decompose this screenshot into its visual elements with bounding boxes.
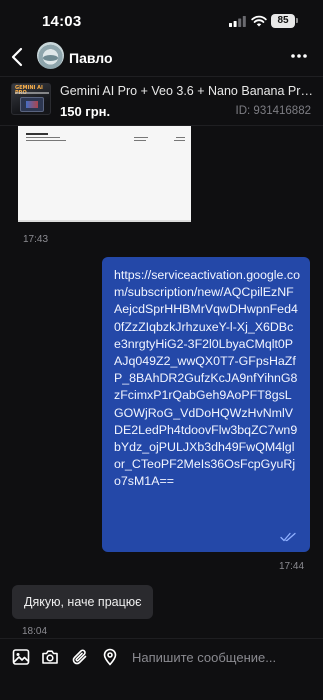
camera-icon[interactable] (41, 648, 59, 666)
signal-icon (229, 16, 246, 27)
thumbnail-screen (20, 97, 44, 112)
paperclip-icon[interactable] (71, 648, 89, 666)
listing-card[interactable]: GEMINI AI PRO Gemini AI Pro + Veo 3.6 + … (0, 76, 323, 126)
message-input-bar (0, 638, 323, 700)
document-divider (18, 220, 191, 222)
incoming-message-bubble[interactable]: Дякую, наче працює (12, 585, 153, 619)
wifi-icon (251, 15, 267, 27)
listing-id: ID: 931416882 (235, 105, 311, 117)
chat-header: Павло (0, 38, 323, 76)
document-line (26, 137, 60, 138)
thumbnail-caption: GEMINI AI PRO (15, 85, 43, 96)
status-bar: 14:03 85 (0, 0, 323, 42)
document-line (26, 133, 48, 135)
back-chevron-icon[interactable] (8, 44, 28, 70)
document-line (134, 137, 148, 138)
document-line (134, 140, 146, 141)
more-options-icon[interactable] (290, 48, 308, 64)
document-line (26, 140, 66, 141)
battery-icon: 85 (271, 14, 295, 28)
image-attachment[interactable] (18, 126, 191, 222)
status-time: 14:03 (42, 13, 82, 30)
thumbnail-subline (15, 92, 49, 94)
message-input[interactable] (132, 647, 310, 667)
outgoing-message-text[interactable]: https://serviceactivation.google.com/sub… (114, 267, 300, 491)
location-pin-icon[interactable] (101, 648, 119, 666)
double-check-icon (280, 532, 296, 542)
document-line (174, 140, 185, 141)
avatar[interactable] (37, 42, 64, 69)
document-line (176, 137, 185, 138)
incoming-message-text[interactable]: Дякую, наче працює (24, 595, 142, 609)
battery-tip (296, 18, 298, 23)
listing-thumbnail: GEMINI AI PRO (11, 83, 51, 115)
image-icon[interactable] (12, 648, 30, 666)
listing-title: Gemini AI Pro + Veo 3.6 + Nano Banana Pr… (60, 84, 318, 98)
outgoing-message-bubble[interactable]: https://serviceactivation.google.com/sub… (102, 257, 310, 552)
message-time: 17:44 (279, 561, 305, 572)
listing-price: 150 грн. (60, 104, 111, 119)
contact-name[interactable]: Павло (69, 50, 113, 66)
message-time: 18:04 (22, 626, 48, 637)
message-time: 17:43 (23, 234, 49, 245)
